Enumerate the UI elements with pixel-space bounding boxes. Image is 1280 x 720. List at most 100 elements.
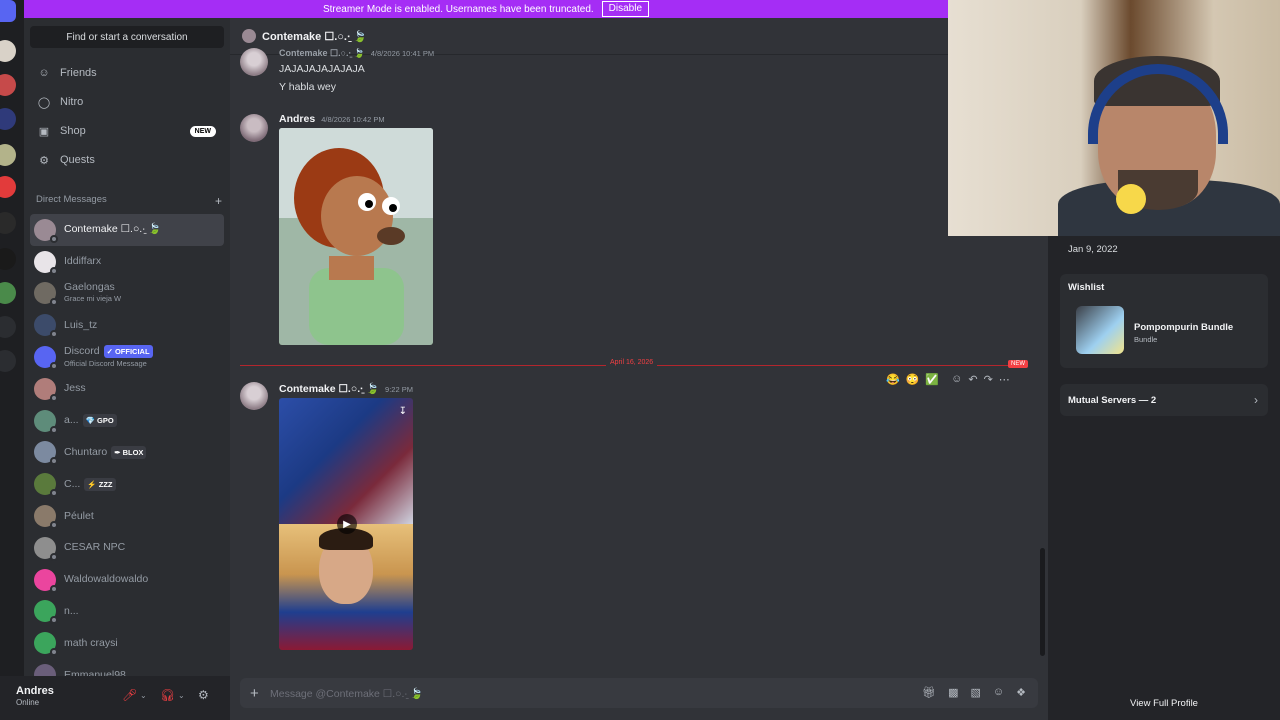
nav-quests[interactable]: ⚙ Quests [32,147,224,173]
status-dot [50,489,58,498]
reaction-check-icon[interactable]: ✅ [925,373,939,386]
user-name[interactable]: Andres [16,685,54,697]
dm-item[interactable]: math craysi [30,627,224,659]
author-name[interactable]: Contemake ☐.○.∙̱ 🍃 [279,48,365,58]
play-icon[interactable]: ▶ [337,514,357,534]
server-icon[interactable] [0,144,16,166]
reaction-laugh-icon[interactable]: 😂 [886,373,900,386]
home-server-icon[interactable] [0,0,16,22]
gif-icon[interactable]: ▩ [948,686,958,699]
dm-text: math craysi [64,637,118,649]
recipient-name[interactable]: Contemake ☐.○.∙̱ 🍃 [262,30,367,43]
nav-nitro[interactable]: ◯ Nitro [32,89,224,115]
recipient-avatar[interactable] [242,29,256,43]
add-reaction-icon[interactable]: ☺ [951,373,962,385]
puppet-image [279,128,433,345]
dm-item[interactable]: Chuntaro ✒ BLOX [30,437,224,469]
more-options-icon[interactable]: ⋯ [999,373,1010,386]
gift-icon[interactable]: 🎁︎ [922,686,936,699]
create-dm-icon[interactable]: + [215,194,222,208]
message-composer[interactable]: + Message @Contemake ☐.○.∙̱ 🍃 🎁︎ ▩ ▧ ☺ ❖ [240,678,1038,708]
server-icon[interactable] [0,108,16,130]
nav-shop-label: Shop [60,125,86,137]
dm-item[interactable]: Contemake ☐.○.∙̱ 🍃 [30,214,224,246]
wishlist-item-name[interactable]: Pompompurin Bundle [1134,322,1233,333]
disable-streamer-mode-button[interactable]: Disable [601,1,650,17]
server-tag-badge: 💎 GPO [82,414,117,428]
video-attachment[interactable]: ▶ ↧ [279,398,413,650]
settings-gear-icon[interactable]: ⚙ [198,688,209,702]
dm-item[interactable]: Waldowaldowaldo [30,564,224,596]
author-name[interactable]: Contemake ☐.○.∙̱ 🍃 [279,383,379,395]
download-icon[interactable]: ↧ [399,406,407,417]
dm-item[interactable]: Jess [30,373,224,405]
message-input[interactable]: Message @Contemake ☐.○.∙̱ 🍃 [270,687,423,700]
dm-item[interactable]: n... [30,596,224,628]
server-icon[interactable] [0,176,16,198]
dm-item[interactable]: Gaelongas Grace mi vieja W [30,278,224,310]
composer-tools: 🎁︎ ▩ ▧ ☺ ❖ [922,686,1026,699]
discover-icon[interactable] [0,350,16,372]
server-tag-badge: ✒ BLOX [111,445,147,459]
message-author[interactable]: Andres 4/8/2026 10:42 PM [279,113,385,125]
add-server-icon[interactable] [0,316,16,338]
apps-icon[interactable]: ❖ [1016,686,1026,699]
mutual-servers-row[interactable]: Mutual Servers — 2 › [1060,384,1268,416]
dm-name-row: Iddiffarx [64,256,101,267]
server-icon[interactable] [0,212,16,234]
meme-image[interactable] [279,128,433,345]
avatar [34,218,58,243]
avatar [34,536,58,561]
message-timestamp: 4/8/2026 10:41 PM [370,49,435,58]
chevron-down-icon[interactable]: ⌄ [178,691,185,700]
dm-name-row: n... [64,605,79,617]
dm-text: Waldowaldowaldo [64,574,148,585]
message-author[interactable]: Contemake ☐.○.∙̱ 🍃 4/8/2026 10:41 PM [279,48,434,59]
dm-text: Péulet [64,510,94,522]
chat-scrollbar[interactable] [1040,548,1045,656]
reaction-flushed-icon[interactable]: 😳 [906,373,920,386]
server-icon[interactable] [0,282,16,304]
deafen-icon[interactable]: 🎧︎ [160,688,175,702]
dm-item[interactable]: Péulet [30,500,224,532]
avatar [34,600,58,625]
dm-item[interactable]: C... ⚡ ZZZ [30,468,224,500]
find-conversation-button[interactable]: Find or start a conversation [30,26,224,48]
avatar[interactable] [240,382,268,410]
server-icon[interactable] [0,40,16,62]
dm-item[interactable]: Luis_tz [30,309,224,341]
emoji-icon[interactable]: ☺ [993,686,1004,699]
dm-item[interactable]: a... 💎 GPO [30,405,224,437]
attach-plus-icon[interactable]: + [250,685,270,702]
dm-name-row: Discord ✓ OFFICIAL [64,345,153,359]
dm-name-row: CESAR NPC [64,542,125,553]
avatar [34,377,58,402]
dm-name-row: Péulet [64,510,94,522]
author-name[interactable]: Andres [279,113,315,125]
message-text: JAJAJAJAJAJAJA [279,63,365,75]
avatar[interactable] [240,48,268,76]
chevron-down-icon[interactable]: ⌄ [140,691,147,700]
view-full-profile-button[interactable]: View Full Profile [1048,698,1280,709]
server-icon[interactable] [0,248,16,270]
status-dot [50,521,58,530]
webcam-overlay [948,0,1280,236]
avatar[interactable] [240,114,268,142]
dm-item[interactable]: Discord ✓ OFFICIAL Official Discord Messag… [30,341,224,373]
status-dot [50,266,58,275]
wishlist-item-image[interactable] [1076,306,1124,354]
message-author[interactable]: Contemake ☐.○.∙̱ 🍃 9:22 PM [279,382,413,395]
dm-text: n... [64,605,79,617]
dm-name-row: a... 💎 GPO [64,414,117,428]
dm-item[interactable]: CESAR NPC [30,532,224,564]
dm-name: Jess [64,382,86,395]
server-icon[interactable] [0,74,16,96]
dm-text: Contemake ☐.○.∙̱ 🍃 [64,224,161,235]
forward-icon[interactable]: ↷ [984,373,993,386]
nav-friends[interactable]: ☺ Friends [32,60,224,86]
dm-item[interactable]: Iddiffarx [30,246,224,278]
reply-icon[interactable]: ↶ [968,373,977,386]
nav-shop[interactable]: ▣ Shop NEW [32,118,224,144]
mute-mic-icon[interactable]: 🎤︎ [122,688,137,702]
sticker-icon[interactable]: ▧ [970,686,980,699]
